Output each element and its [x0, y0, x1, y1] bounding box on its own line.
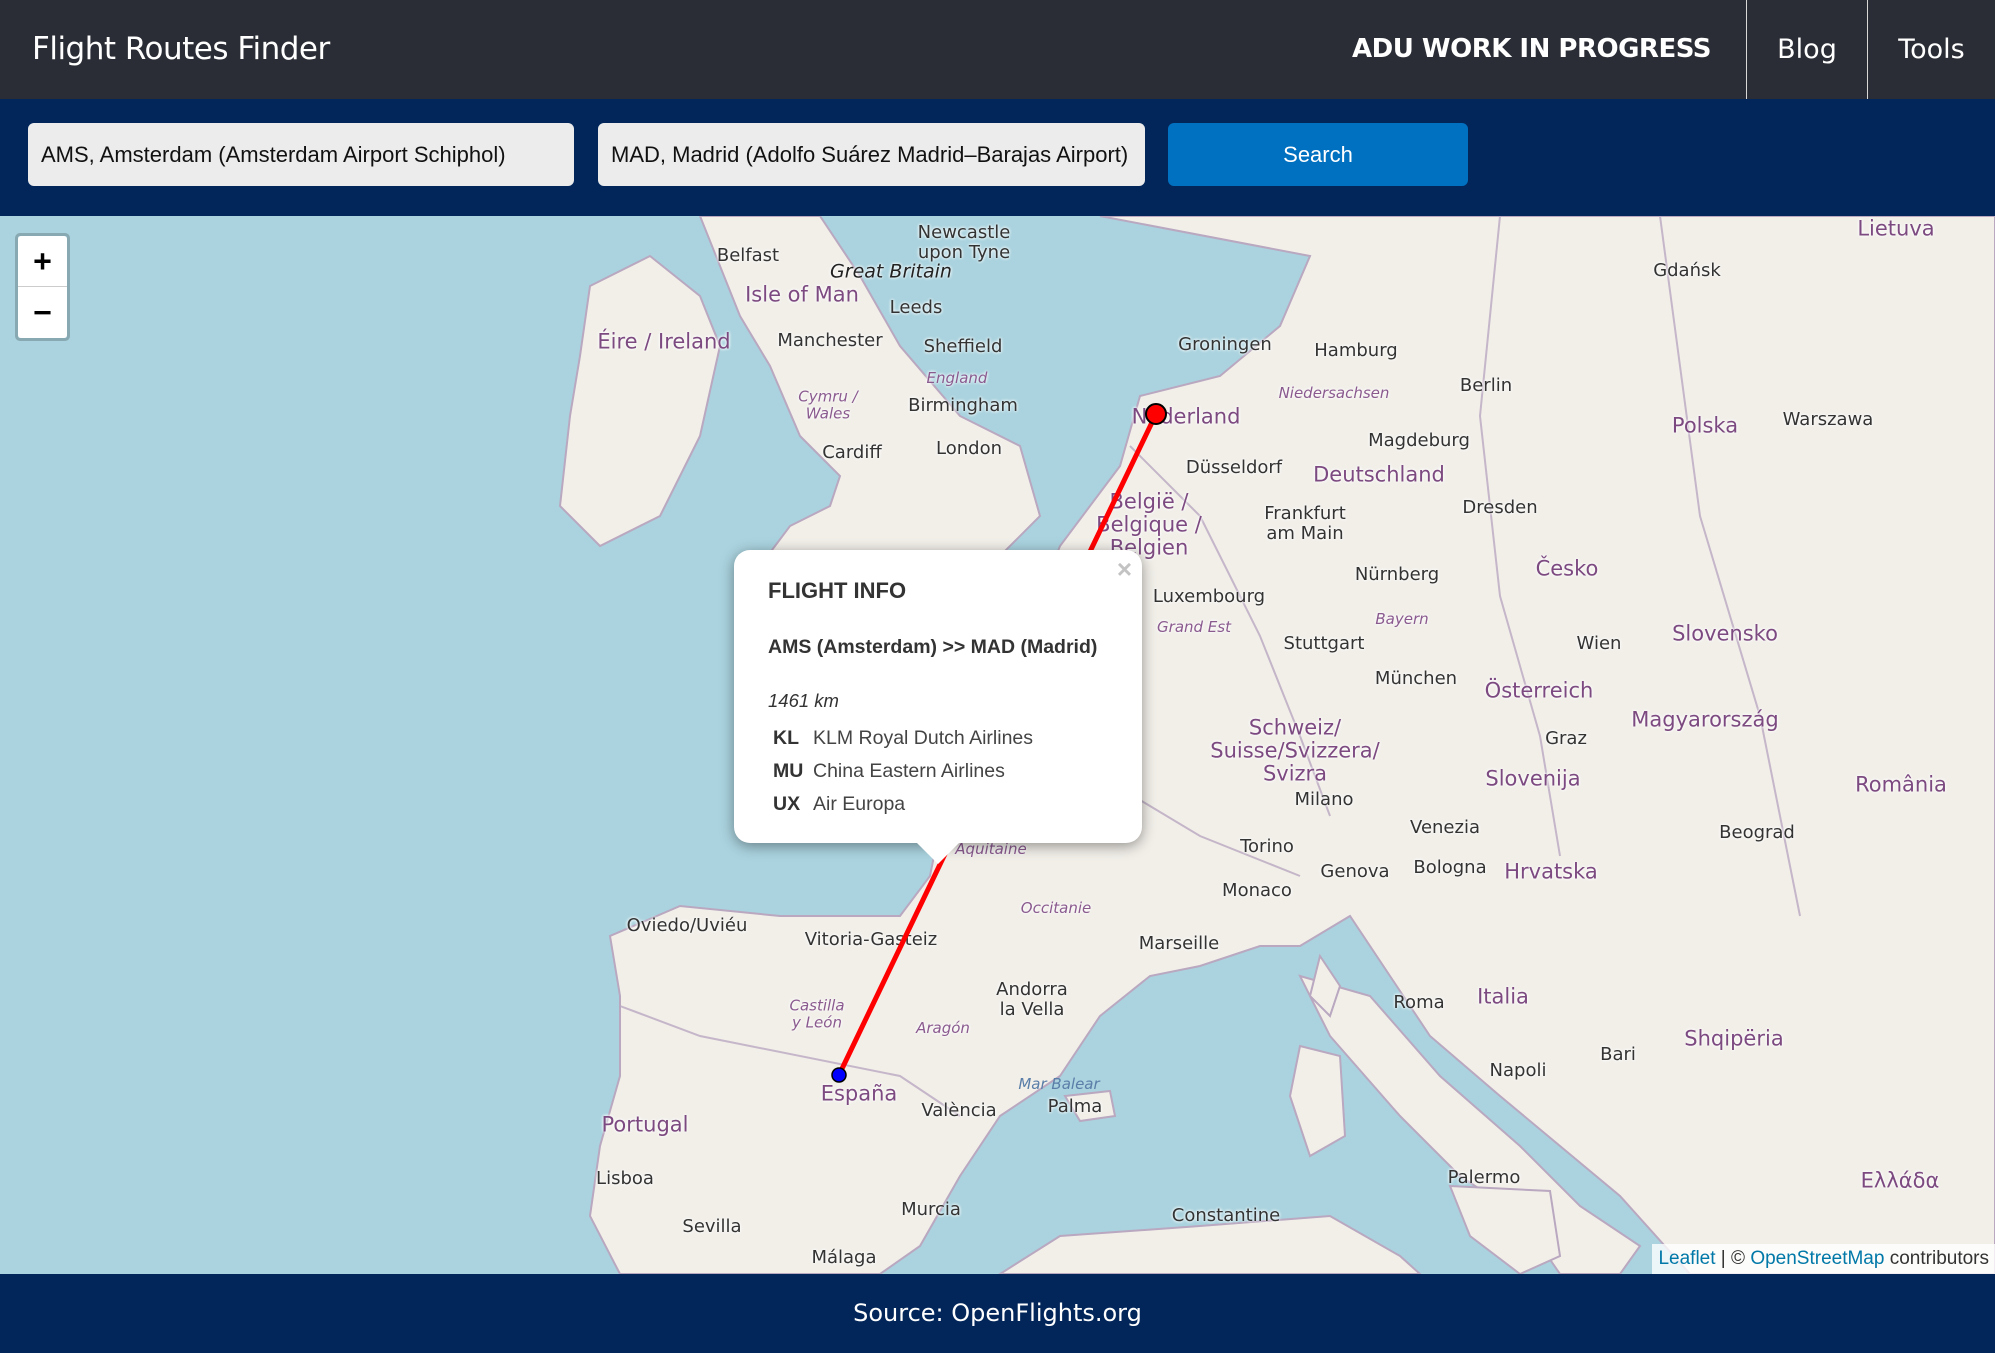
airline-list: KL KLM Royal Dutch Airlines MU China Easte… — [773, 722, 1033, 821]
zoom-out-button[interactable]: − — [18, 287, 67, 338]
airline-code: UX — [773, 793, 801, 815]
origin-airport-input[interactable] — [28, 123, 574, 186]
airline-code: MU — [773, 760, 804, 782]
nav-link-adu-work-in-progress[interactable]: ADU WORK IN PROGRESS — [1352, 0, 1711, 99]
airline-code: KL — [773, 727, 799, 749]
top-navbar: Flight Routes Finder ADU WORK IN PROGRES… — [0, 0, 1995, 99]
nav-link-blog[interactable]: Blog — [1747, 0, 1867, 99]
nav-link-tools[interactable]: Tools — [1868, 0, 1995, 99]
origin-airport-marker[interactable] — [1145, 403, 1167, 425]
footer-source: Source: OpenFlights.org — [853, 1299, 1142, 1327]
destination-airport-input[interactable] — [598, 123, 1145, 186]
popup-title: FLIGHT INFO — [768, 578, 907, 603]
leaflet-link[interactable]: Leaflet — [1658, 1248, 1715, 1269]
map-attribution: Leaflet | © OpenStreetMap contributors — [1652, 1244, 1995, 1274]
airline-name: Air Europa — [813, 793, 906, 815]
app-title[interactable]: Flight Routes Finder — [32, 0, 330, 99]
openstreetmap-link[interactable]: OpenStreetMap — [1750, 1248, 1884, 1269]
attribution-separator: | © — [1715, 1248, 1751, 1269]
zoom-control: + − — [15, 233, 70, 341]
airline-item: UX Air Europa — [773, 788, 1033, 821]
popup-tip — [917, 843, 959, 864]
search-button[interactable]: Search — [1168, 123, 1468, 186]
destination-airport-marker[interactable] — [831, 1067, 847, 1083]
close-icon[interactable]: × — [1117, 554, 1132, 585]
flight-info-popup: × FLIGHT INFO AMS (Amsterdam) >> MAD (Ma… — [734, 550, 1142, 843]
popup-route: AMS (Amsterdam) >> MAD (Madrid) — [768, 636, 1098, 658]
attribution-contributors: contributors — [1884, 1248, 1989, 1269]
popup-distance: 1461 km — [768, 690, 839, 711]
airline-item: KL KLM Royal Dutch Airlines — [773, 722, 1033, 755]
zoom-in-button[interactable]: + — [18, 236, 67, 287]
footer: Source: OpenFlights.org — [0, 1274, 1995, 1353]
search-bar: Search — [0, 99, 1995, 216]
airline-item: MU China Eastern Airlines — [773, 755, 1033, 788]
airline-name: China Eastern Airlines — [813, 760, 1005, 782]
map[interactable]: Belfast Newcastle upon Tyne Great Britai… — [0, 216, 1995, 1274]
airline-name: KLM Royal Dutch Airlines — [813, 727, 1034, 749]
